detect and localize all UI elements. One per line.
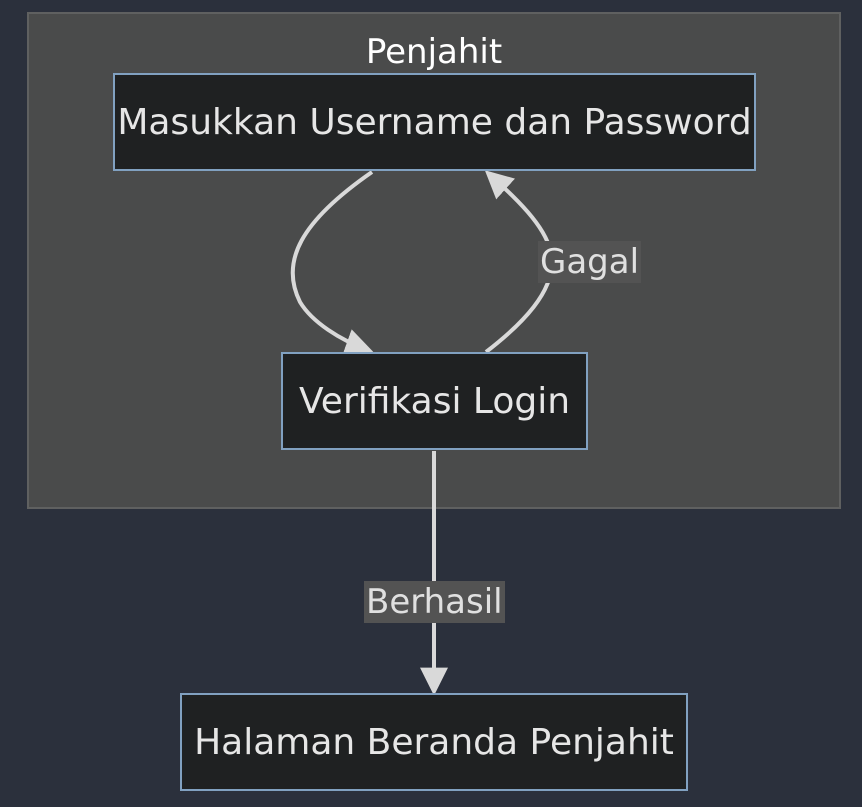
edge-input-to-verify <box>290 170 374 356</box>
node-verify-login[interactable]: Verifikasi Login <box>281 352 588 450</box>
node-home-page[interactable]: Halaman Beranda Penjahit <box>180 693 688 791</box>
edge-label-success: Berhasil <box>364 581 505 623</box>
edge-label-fail: Gagal <box>538 241 642 283</box>
flowchart-canvas: Penjahit Masukkan Username dan Password … <box>0 0 862 807</box>
node-enter-username-password[interactable]: Masukkan Username dan Password <box>113 73 756 171</box>
